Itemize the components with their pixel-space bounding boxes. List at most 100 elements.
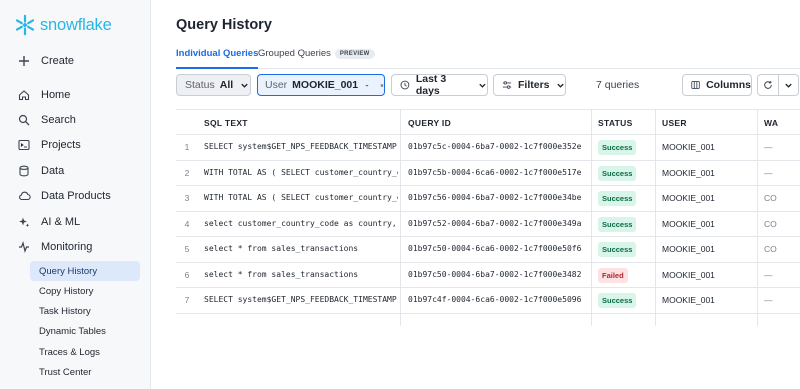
warehouse-cell: CO (764, 193, 777, 203)
snowflake-logo[interactable]: snowflake (14, 14, 112, 36)
column-header-status[interactable]: STATUS (598, 118, 633, 128)
user-filter-label: User (265, 79, 288, 91)
chevron-down-icon (365, 84, 369, 87)
sql-text-cell[interactable]: WITH TOTAL AS ( SELECT customer_country_… (204, 168, 398, 177)
more-options-button[interactable] (779, 74, 799, 96)
row-number: 7 (184, 295, 190, 305)
query-id-cell[interactable]: 01b97c5b-0004-6ca6-0002-1c7f000e517e (408, 168, 592, 177)
status-cell: Success (598, 140, 637, 155)
status-badge: Success (598, 216, 637, 232)
sidebar-subitem-query-history[interactable]: Query History (30, 261, 140, 281)
user-cell: MOOKIE_001 (662, 244, 715, 254)
sidebar-item-monitoring[interactable]: Monitoring (8, 236, 143, 258)
sidebar-item-create[interactable]: Create (8, 50, 143, 72)
sidebar-item-search[interactable]: Search (8, 109, 143, 131)
table-row[interactable]: 7 SELECT system$GET_NPS_FEEDBACK_TIMESTAM… (176, 288, 800, 314)
tab-label: Grouped Queries (258, 48, 331, 59)
date-range-dropdown[interactable]: Last 3 days (391, 73, 488, 97)
warehouse-cell: CO (764, 244, 777, 254)
query-id-cell[interactable]: 01b97c52-0004-6ba7-0002-1c7f000e349a (408, 219, 592, 228)
table-row[interactable]: 3 WITH TOTAL AS ( SELECT customer_country… (176, 186, 800, 212)
refresh-button[interactable] (757, 74, 779, 96)
chevron-down-icon (556, 83, 564, 88)
user-cell: MOOKIE_001 (662, 167, 715, 178)
sidebar-subitem-dynamic-tables[interactable]: Dynamic Tables (30, 321, 140, 341)
sql-text-cell[interactable]: SELECT system$GET_NPS_FEEDBACK_TIMESTAMP… (204, 142, 398, 151)
table-row[interactable]: 5 select * from sales_transactions 01b97c5… (176, 237, 800, 263)
row-number: 3 (184, 193, 190, 203)
columns-label: Columns (706, 79, 751, 91)
chevron-down-icon (241, 83, 248, 88)
database-icon (17, 164, 31, 178)
status-filter-label: Status (185, 79, 215, 91)
brand-name: snowflake (40, 15, 112, 34)
sidebar-subitem-trust-center[interactable]: Trust Center (30, 362, 140, 382)
sidebar-item-ai-ml[interactable]: AI & ML (8, 211, 143, 233)
warehouse-cell: — (764, 142, 773, 152)
sidebar-item-label: Search (41, 114, 76, 126)
table-row[interactable]: 6 select * from sales_transactions 01b97c5… (176, 262, 800, 288)
preview-badge: PREVIEW (334, 49, 375, 59)
sidebar-item-data-products[interactable]: Data Products (8, 185, 143, 207)
warehouse-cell: — (764, 269, 773, 280)
cloud-icon (17, 189, 31, 203)
table-header-row: SQL TEXT QUERY ID STATUS USER WA (176, 109, 800, 135)
table-body: 1 SELECT system$GET_NPS_FEEDBACK_TIMESTAM… (176, 135, 800, 326)
query-id-cell[interactable]: 01b97c50-0004-6ca6-0002-1c7f000e50f6 (408, 244, 592, 253)
filters-button[interactable]: Filters (493, 74, 566, 96)
sidebar-subitem-copy-history[interactable]: Copy History (30, 281, 140, 301)
column-header-warehouse[interactable]: WA (764, 118, 778, 128)
user-cell: MOOKIE_001 (662, 218, 715, 229)
status-badge: Success (598, 140, 637, 155)
query-id-cell[interactable]: 01b97c56-0004-6ba7-0002-1c7f000e34be (408, 193, 592, 202)
sql-text-cell[interactable]: select customer_country_code as country,… (204, 219, 398, 228)
row-number: 4 (184, 218, 190, 229)
status-filter-value: All (219, 79, 234, 91)
status-badge: Success (598, 293, 637, 308)
user-filter-dropdown[interactable]: User MOOKIE_001 (257, 74, 385, 96)
sidebar-item-home[interactable]: Home (8, 84, 143, 106)
chevron-down-icon (785, 83, 792, 88)
clear-filter-icon[interactable] (380, 81, 384, 90)
table-row[interactable]: 2 WITH TOTAL AS ( SELECT customer_country… (176, 160, 800, 186)
toolbar: Status All User MOOKIE_001 Last 3 days F… (176, 73, 800, 97)
user-cell: MOOKIE_001 (662, 295, 715, 305)
query-id-cell[interactable]: 01b97c5c-0004-6ba7-0002-1c7f000e352e (408, 142, 592, 151)
status-cell: Success (598, 191, 637, 206)
sql-text-cell[interactable]: SELECT system$GET_NPS_FEEDBACK_TIMESTAMP… (204, 295, 398, 304)
tab-grouped-queries[interactable]: Grouped Queries PREVIEW (258, 48, 375, 69)
snowflake-logo-icon (15, 14, 35, 36)
row-number: 1 (184, 142, 190, 152)
sidebar-item-projects[interactable]: Projects (8, 134, 143, 156)
status-filter-dropdown[interactable]: Status All (176, 74, 251, 96)
sidebar-item-data[interactable]: Data (8, 160, 143, 182)
column-header-query-id[interactable]: QUERY ID (408, 118, 451, 128)
table-row[interactable]: 4 select customer_country_code as country… (176, 211, 800, 237)
filters-label: Filters (518, 79, 550, 91)
sidebar-item-label: Monitoring (41, 241, 93, 253)
table-row-partial (176, 313, 800, 326)
sql-text-cell[interactable]: select * from sales_transactions (204, 244, 398, 253)
tab-label: Individual Queries (176, 48, 259, 59)
chevron-down-icon (479, 83, 486, 88)
user-cell: MOOKIE_001 (662, 193, 715, 203)
table-row[interactable]: 1 SELECT system$GET_NPS_FEEDBACK_TIMESTAM… (176, 135, 800, 161)
warehouse-cell: CO (764, 218, 777, 229)
sidebar-item-label: AI & ML (41, 216, 81, 228)
sql-text-cell[interactable]: WITH TOTAL AS ( SELECT customer_country_… (204, 193, 398, 202)
sidebar-subitem-task-history[interactable]: Task History (30, 301, 140, 321)
status-badge: Success (598, 165, 637, 181)
columns-button[interactable]: Columns (682, 74, 752, 96)
sql-text-cell[interactable]: select * from sales_transactions (204, 270, 398, 279)
activity-icon (17, 240, 31, 254)
column-header-sql-text[interactable]: SQL TEXT (204, 118, 248, 128)
tab-individual-queries[interactable]: Individual Queries (176, 48, 259, 69)
user-filter-value: MOOKIE_001 (292, 79, 359, 91)
query-id-cell[interactable]: 01b97c50-0004-6ba7-0002-1c7f000e3482 (408, 270, 592, 279)
column-header-user[interactable]: USER (662, 118, 687, 128)
query-id-cell[interactable]: 01b97c4f-0004-6ca6-0002-1c7f000e5096 (408, 295, 592, 304)
clock-icon (400, 80, 410, 90)
status-cell: Success (598, 293, 637, 308)
terminal-icon (17, 138, 31, 152)
sidebar-subitem-traces-logs[interactable]: Traces & Logs (30, 342, 140, 362)
